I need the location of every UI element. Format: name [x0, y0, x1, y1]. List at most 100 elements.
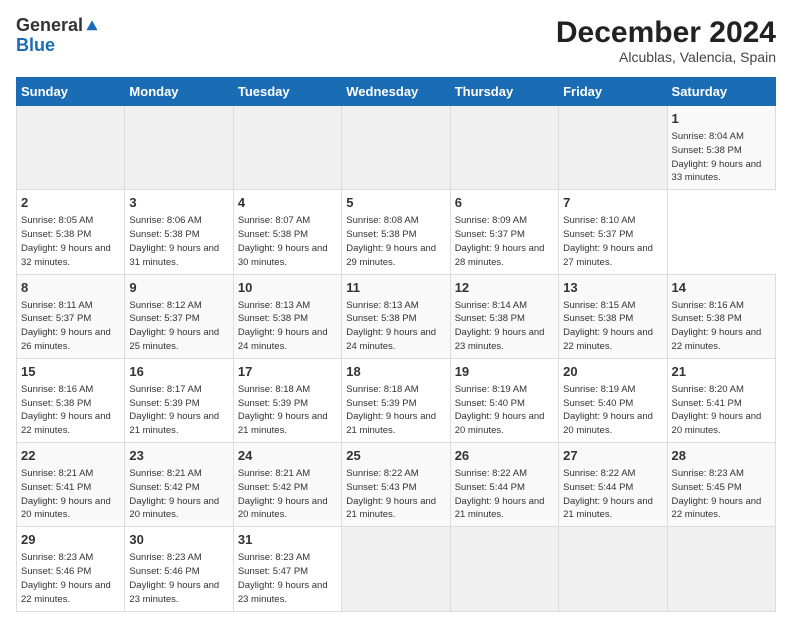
day-of-week-header: Saturday	[667, 78, 775, 106]
day-info: Sunrise: 8:22 AMSunset: 5:44 PMDaylight:…	[455, 467, 554, 522]
calendar-cell: 27Sunrise: 8:22 AMSunset: 5:44 PMDayligh…	[559, 443, 667, 527]
day-info: Sunrise: 8:15 AMSunset: 5:38 PMDaylight:…	[563, 299, 662, 354]
empty-calendar-cell	[17, 106, 125, 190]
calendar-cell: 24 Sunrise: 8:21 AMSunset: 5:42 PMDayligh…	[233, 443, 341, 527]
day-info: Sunrise: 8:12 AMSunset: 5:37 PMDaylight:…	[129, 299, 228, 354]
calendar-cell: 29 Sunrise: 8:23 AMSunset: 5:46 PMDayligh…	[17, 527, 125, 611]
calendar-cell: 16Sunrise: 8:17 AMSunset: 5:39 PMDayligh…	[125, 358, 233, 442]
day-info: Sunrise: 8:23 AMSunset: 5:45 PMDaylight:…	[672, 467, 771, 522]
calendar-cell: 9 Sunrise: 8:12 AMSunset: 5:37 PMDaylight…	[125, 274, 233, 358]
day-info: Sunrise: 8:17 AMSunset: 5:39 PMDaylight:…	[129, 383, 228, 438]
calendar-body: 1Sunrise: 8:04 AMSunset: 5:38 PMDaylight…	[17, 106, 776, 612]
empty-calendar-cell	[667, 527, 775, 611]
day-info: Sunrise: 8:21 AMSunset: 5:42 PMDaylight:…	[129, 467, 228, 522]
empty-calendar-cell	[342, 527, 450, 611]
day-number: 11	[346, 279, 445, 297]
day-info: Sunrise: 8:23 AMSunset: 5:47 PMDaylight:…	[238, 551, 337, 606]
day-number: 1	[672, 110, 771, 128]
day-info: Sunrise: 8:06 AMSunset: 5:38 PMDaylight:…	[129, 214, 228, 269]
day-of-week-header: Wednesday	[342, 78, 450, 106]
calendar-title: December 2024	[556, 16, 776, 49]
calendar-week-row: 15 Sunrise: 8:16 AMSunset: 5:38 PMDayligh…	[17, 358, 776, 442]
calendar-cell: 8 Sunrise: 8:11 AMSunset: 5:37 PMDaylight…	[17, 274, 125, 358]
day-number: 15	[21, 363, 120, 381]
logo: General Blue	[16, 16, 99, 56]
calendar-cell: 20Sunrise: 8:19 AMSunset: 5:40 PMDayligh…	[559, 358, 667, 442]
day-info: Sunrise: 8:23 AMSunset: 5:46 PMDaylight:…	[129, 551, 228, 606]
calendar-cell: 18Sunrise: 8:18 AMSunset: 5:39 PMDayligh…	[342, 358, 450, 442]
empty-calendar-cell	[450, 106, 558, 190]
calendar-cell: 26 Sunrise: 8:22 AMSunset: 5:44 PMDayligh…	[450, 443, 558, 527]
day-of-week-header: Tuesday	[233, 78, 341, 106]
day-number: 31	[238, 531, 337, 549]
calendar-cell: 17 Sunrise: 8:18 AMSunset: 5:39 PMDayligh…	[233, 358, 341, 442]
calendar-cell: 31 Sunrise: 8:23 AMSunset: 5:47 PMDayligh…	[233, 527, 341, 611]
calendar-cell: 12Sunrise: 8:14 AMSunset: 5:38 PMDayligh…	[450, 274, 558, 358]
day-info: Sunrise: 8:16 AMSunset: 5:38 PMDaylight:…	[21, 383, 120, 438]
calendar-cell: 14 Sunrise: 8:16 AMSunset: 5:38 PMDayligh…	[667, 274, 775, 358]
calendar-cell: 28Sunrise: 8:23 AMSunset: 5:45 PMDayligh…	[667, 443, 775, 527]
day-number: 8	[21, 279, 120, 297]
day-number: 7	[563, 194, 662, 212]
day-info: Sunrise: 8:10 AMSunset: 5:37 PMDaylight:…	[563, 214, 662, 269]
day-of-week-header: Friday	[559, 78, 667, 106]
day-info: Sunrise: 8:20 AMSunset: 5:41 PMDaylight:…	[672, 383, 771, 438]
day-number: 17	[238, 363, 337, 381]
calendar-week-row: 22 Sunrise: 8:21 AMSunset: 5:41 PMDayligh…	[17, 443, 776, 527]
day-number: 26	[455, 447, 554, 465]
day-number: 5	[346, 194, 445, 212]
day-info: Sunrise: 8:19 AMSunset: 5:40 PMDaylight:…	[563, 383, 662, 438]
day-number: 4	[238, 194, 337, 212]
calendar-subtitle: Alcublas, Valencia, Spain	[556, 49, 776, 65]
empty-calendar-cell	[559, 527, 667, 611]
calendar-week-row: 2Sunrise: 8:05 AMSunset: 5:38 PMDaylight…	[17, 190, 776, 274]
logo-icon	[85, 19, 99, 33]
day-info: Sunrise: 8:11 AMSunset: 5:37 PMDaylight:…	[21, 299, 120, 354]
calendar-cell: 30 Sunrise: 8:23 AMSunset: 5:46 PMDayligh…	[125, 527, 233, 611]
day-info: Sunrise: 8:16 AMSunset: 5:38 PMDaylight:…	[672, 299, 771, 354]
calendar-cell: 15 Sunrise: 8:16 AMSunset: 5:38 PMDayligh…	[17, 358, 125, 442]
calendar-cell: 7 Sunrise: 8:10 AMSunset: 5:37 PMDaylight…	[559, 190, 667, 274]
day-number: 21	[672, 363, 771, 381]
day-number: 30	[129, 531, 228, 549]
day-info: Sunrise: 8:18 AMSunset: 5:39 PMDaylight:…	[238, 383, 337, 438]
day-number: 3	[129, 194, 228, 212]
calendar-cell: 13 Sunrise: 8:15 AMSunset: 5:38 PMDayligh…	[559, 274, 667, 358]
day-number: 9	[129, 279, 228, 297]
title-block: December 2024 Alcublas, Valencia, Spain	[556, 16, 776, 65]
day-info: Sunrise: 8:23 AMSunset: 5:46 PMDaylight:…	[21, 551, 120, 606]
page-header: General Blue December 2024 Alcublas, Val…	[16, 16, 776, 65]
day-number: 23	[129, 447, 228, 465]
day-info: Sunrise: 8:07 AMSunset: 5:38 PMDaylight:…	[238, 214, 337, 269]
day-info: Sunrise: 8:21 AMSunset: 5:41 PMDaylight:…	[21, 467, 120, 522]
day-number: 29	[21, 531, 120, 549]
day-number: 14	[672, 279, 771, 297]
empty-calendar-cell	[233, 106, 341, 190]
calendar-cell: 10 Sunrise: 8:13 AMSunset: 5:38 PMDayligh…	[233, 274, 341, 358]
calendar-cell: 11Sunrise: 8:13 AMSunset: 5:38 PMDayligh…	[342, 274, 450, 358]
calendar-cell: 2Sunrise: 8:05 AMSunset: 5:38 PMDaylight…	[17, 190, 125, 274]
calendar-cell: 22 Sunrise: 8:21 AMSunset: 5:41 PMDayligh…	[17, 443, 125, 527]
day-number: 10	[238, 279, 337, 297]
calendar-cell: 5Sunrise: 8:08 AMSunset: 5:38 PMDaylight…	[342, 190, 450, 274]
day-number: 18	[346, 363, 445, 381]
calendar-cell: 25Sunrise: 8:22 AMSunset: 5:43 PMDayligh…	[342, 443, 450, 527]
day-number: 22	[21, 447, 120, 465]
empty-calendar-cell	[450, 527, 558, 611]
day-info: Sunrise: 8:19 AMSunset: 5:40 PMDaylight:…	[455, 383, 554, 438]
day-number: 13	[563, 279, 662, 297]
calendar-cell: 1Sunrise: 8:04 AMSunset: 5:38 PMDaylight…	[667, 106, 775, 190]
day-number: 6	[455, 194, 554, 212]
calendar-cell: 23 Sunrise: 8:21 AMSunset: 5:42 PMDayligh…	[125, 443, 233, 527]
day-info: Sunrise: 8:21 AMSunset: 5:42 PMDaylight:…	[238, 467, 337, 522]
day-info: Sunrise: 8:14 AMSunset: 5:38 PMDaylight:…	[455, 299, 554, 354]
day-number: 24	[238, 447, 337, 465]
day-number: 2	[21, 194, 120, 212]
day-of-week-header: Thursday	[450, 78, 558, 106]
days-of-week-row: SundayMondayTuesdayWednesdayThursdayFrid…	[17, 78, 776, 106]
day-of-week-header: Sunday	[17, 78, 125, 106]
empty-calendar-cell	[559, 106, 667, 190]
calendar-cell: 21 Sunrise: 8:20 AMSunset: 5:41 PMDayligh…	[667, 358, 775, 442]
day-info: Sunrise: 8:13 AMSunset: 5:38 PMDaylight:…	[238, 299, 337, 354]
empty-calendar-cell	[342, 106, 450, 190]
